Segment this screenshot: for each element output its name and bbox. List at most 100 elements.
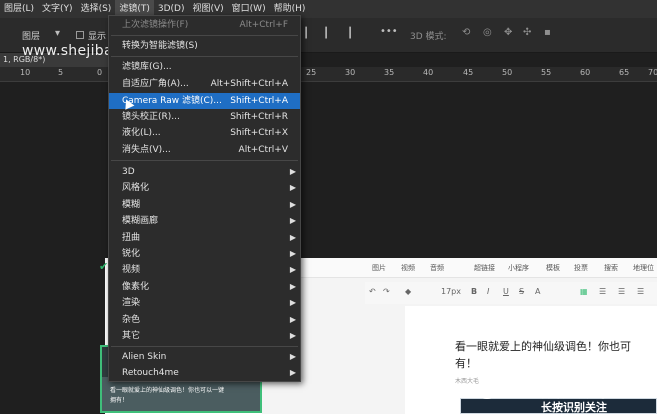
- menu-item-shortcut: Alt+Ctrl+F: [239, 20, 288, 30]
- submenu-arrow-icon: ▶: [289, 368, 296, 377]
- menu-item-label: 模糊: [122, 200, 141, 210]
- menu-item-blur[interactable]: 模糊 ▶: [109, 197, 300, 213]
- 3d-orbit-icon[interactable]: ⟲: [462, 27, 470, 38]
- insert-template[interactable]: 模板: [546, 263, 560, 273]
- align-icon[interactable]: ┃: [303, 28, 309, 39]
- menu-item-distort[interactable]: 扭曲 ▶: [109, 230, 300, 246]
- menu-item-label: 其它: [122, 331, 141, 341]
- article-author[interactable]: 木西大毛: [455, 376, 479, 385]
- menu-item-shortcut: Alt+Ctrl+V: [238, 145, 288, 155]
- menu-separator: [111, 160, 298, 161]
- show-label: 显示: [88, 32, 107, 42]
- menu-item-shortcut: Shift+Ctrl+A: [230, 96, 288, 106]
- 3d-slide-icon[interactable]: ✣: [523, 27, 531, 38]
- insert-link[interactable]: 超链接: [474, 263, 495, 273]
- 3d-roll-icon[interactable]: ◎: [483, 27, 492, 38]
- menu-item-render[interactable]: 渲染 ▶: [109, 295, 300, 311]
- menu-item-sharpen[interactable]: 锐化 ▶: [109, 246, 300, 262]
- menu-item-camera-raw[interactable]: Camera Raw 滤镜(C)... Shift+Ctrl+A: [109, 93, 300, 109]
- submenu-arrow-icon: ▶: [289, 183, 296, 192]
- menu-item-pixelate[interactable]: 像素化 ▶: [109, 279, 300, 295]
- thumbnail-caption-line2: 拥有！: [110, 397, 129, 404]
- ruler-tick-label: 55: [541, 68, 552, 77]
- menu-item-smart-filter[interactable]: 转换为智能滤镜(S): [109, 38, 300, 54]
- menu-separator: [111, 56, 298, 57]
- menu-item-label: 风格化: [122, 183, 150, 193]
- insert-image[interactable]: 图片: [372, 263, 386, 273]
- menu-item-blur-gallery[interactable]: 模糊画廊 ▶: [109, 213, 300, 229]
- submenu-arrow-icon: ▶: [289, 233, 296, 242]
- menu-separator: [111, 346, 298, 347]
- menu-item-lens-correction[interactable]: 镜头校正(R)... Shift+Ctrl+R: [109, 109, 300, 125]
- ruler-tick-label: 5: [58, 68, 64, 77]
- bg-color-icon[interactable]: ▦: [580, 287, 588, 296]
- distribute-icon[interactable]: ┃: [323, 28, 329, 39]
- menu-item-label: 上次滤镜操作(F): [122, 20, 189, 30]
- article-title-line2[interactable]: 有！: [455, 355, 477, 371]
- italic-button[interactable]: I: [487, 287, 489, 296]
- insert-video[interactable]: 视频: [401, 263, 415, 273]
- menu-item-last-filter[interactable]: 上次滤镜操作(F) Alt+Ctrl+F: [109, 17, 300, 33]
- menu-item-label: 扭曲: [122, 233, 141, 243]
- ruler-tick-label: 30: [345, 68, 356, 77]
- menu-item-alien-skin[interactable]: Alien Skin ▶: [109, 349, 300, 365]
- format-painter-icon[interactable]: ◆: [405, 287, 411, 296]
- more-options-icon[interactable]: •••: [380, 26, 398, 37]
- bold-button[interactable]: B: [471, 287, 477, 296]
- font-size-select[interactable]: 17px: [441, 287, 461, 296]
- align-left-icon[interactable]: ☰: [599, 287, 606, 296]
- menu-item-adaptive-wide-angle[interactable]: 自适应广角(A)... Alt+Shift+Ctrl+A: [109, 76, 300, 92]
- insert-audio[interactable]: 音频: [430, 263, 444, 273]
- menu-separator: [111, 35, 298, 36]
- distribute-vertical-icon[interactable]: ┃: [347, 28, 353, 39]
- 3d-pan-icon[interactable]: ✥: [504, 27, 512, 38]
- menu-item-retouch4me[interactable]: Retouch4me ▶: [109, 365, 300, 381]
- insert-vote[interactable]: 投票: [574, 263, 588, 273]
- menu-item-3d[interactable]: 3D ▶: [109, 164, 300, 180]
- checkmark-icon: ✔: [99, 260, 109, 273]
- menu-item-label: 液化(L)...: [122, 128, 161, 138]
- submenu-arrow-icon: ▶: [289, 167, 296, 176]
- menu-item-liquify[interactable]: 液化(L)... Shift+Ctrl+X: [109, 125, 300, 141]
- menu-item-label: 3D: [122, 167, 135, 177]
- align-right-icon[interactable]: ☰: [637, 287, 644, 296]
- underline-button[interactable]: U: [503, 287, 509, 296]
- strike-button[interactable]: S: [519, 287, 524, 296]
- submenu-arrow-icon: ▶: [289, 249, 296, 258]
- watermark-bottom-text: Memm设计知识分享: [497, 386, 611, 400]
- menu-item-label: 消失点(V)...: [122, 145, 171, 155]
- insert-miniprogram[interactable]: 小程序: [508, 263, 529, 273]
- layer-select-label[interactable]: 图层: [22, 29, 40, 42]
- ruler-tick-label: 10: [20, 68, 31, 77]
- font-color-button[interactable]: A: [535, 287, 540, 296]
- canvas-background: [0, 83, 657, 258]
- menu-item-label: 转换为智能滤镜(S): [122, 41, 198, 51]
- qr-banner-text: 长按识别关注: [541, 401, 607, 414]
- editor-format-toolbar: ↶ ↷ ◆ 17px B I U S A ▦ ☰ ☰ ☰: [365, 282, 657, 304]
- menu-layer[interactable]: 图层(L): [0, 0, 38, 18]
- show-transform-checkbox[interactable]: [76, 31, 84, 39]
- chevron-down-icon[interactable]: ▾: [55, 28, 60, 39]
- menu-item-noise[interactable]: 杂色 ▶: [109, 312, 300, 328]
- menu-item-video[interactable]: 视频 ▶: [109, 262, 300, 278]
- 3d-scale-icon[interactable]: ▪: [544, 27, 551, 38]
- submenu-arrow-icon: ▶: [289, 282, 296, 291]
- article-title[interactable]: 看一眼就爱上的神仙级调色！你也可: [455, 338, 631, 354]
- align-center-icon[interactable]: ☰: [618, 287, 625, 296]
- undo-icon[interactable]: ↶: [369, 287, 376, 296]
- menu-item-other[interactable]: 其它 ▶: [109, 328, 300, 344]
- submenu-arrow-icon: ▶: [289, 265, 296, 274]
- submenu-arrow-icon: ▶: [289, 331, 296, 340]
- menu-item-vanishing-point[interactable]: 消失点(V)... Alt+Ctrl+V: [109, 142, 300, 158]
- menu-item-stylize[interactable]: 风格化 ▶: [109, 180, 300, 196]
- submenu-arrow-icon: ▶: [289, 216, 296, 225]
- menu-type[interactable]: 文字(Y): [38, 0, 77, 18]
- submenu-arrow-icon: ▶: [289, 200, 296, 209]
- menu-item-filter-gallery[interactable]: 滤镜库(G)...: [109, 59, 300, 75]
- menu-item-label: Retouch4me: [122, 368, 179, 378]
- insert-location[interactable]: 地理位: [633, 263, 654, 273]
- insert-search[interactable]: 搜索: [604, 263, 618, 273]
- submenu-arrow-icon: ▶: [289, 352, 296, 361]
- menu-item-label: Alien Skin: [122, 352, 167, 362]
- redo-icon[interactable]: ↷: [383, 287, 390, 296]
